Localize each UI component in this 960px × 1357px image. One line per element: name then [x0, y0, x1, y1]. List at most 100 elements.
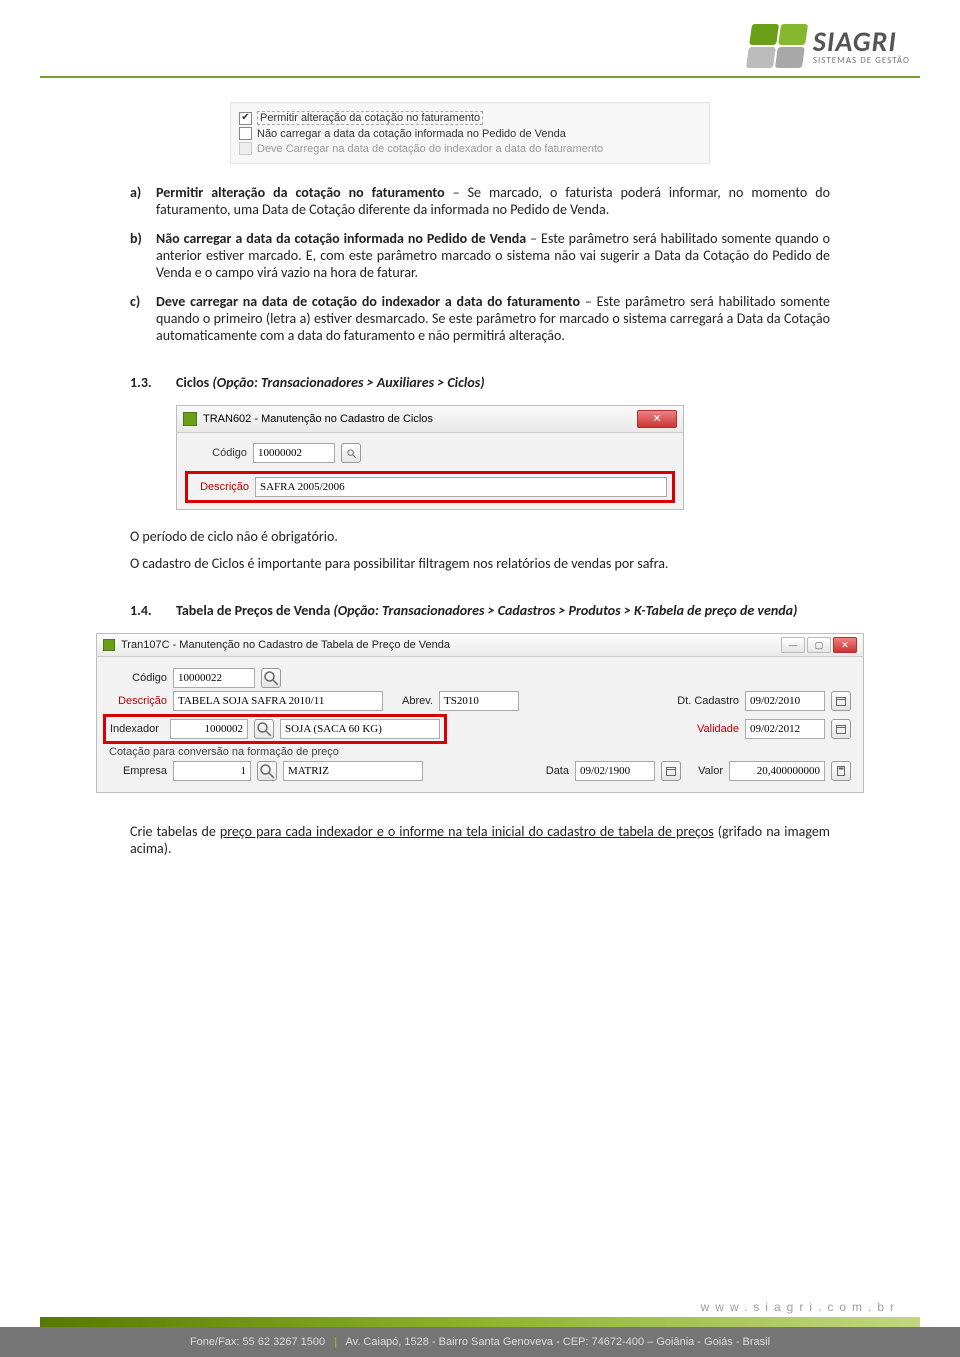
- abrev-label: Abrev.: [389, 695, 433, 707]
- list-item-c: c) Deve carregar na data de cotação do i…: [130, 293, 830, 344]
- section-title: Ciclos: [176, 374, 212, 391]
- item-marker: a): [130, 184, 156, 218]
- header-divider: [40, 76, 920, 78]
- window-title: Tran107C - Manutenção no Cadastro de Tab…: [121, 639, 450, 651]
- empresa-cod-input[interactable]: [173, 761, 251, 781]
- codigo-label: Código: [191, 447, 247, 459]
- window-icon: [103, 639, 115, 651]
- footer-phone: Fone/Fax: 55 62 3267 1500: [190, 1336, 325, 1348]
- params-checkbox-panel: Permitir alteração da cotação no faturam…: [230, 102, 710, 164]
- indexador-desc-input[interactable]: [280, 719, 440, 739]
- calendar-icon: [665, 765, 677, 777]
- item-bold: Permitir alteração da cotação no faturam…: [156, 184, 445, 201]
- item-bold: Deve carregar na data de cotação do inde…: [156, 293, 580, 310]
- close-button[interactable]: ✕: [833, 637, 857, 653]
- lookup-button[interactable]: [254, 719, 274, 739]
- text: Crie tabelas de: [130, 823, 220, 840]
- lookup-button[interactable]: [341, 443, 361, 463]
- section-heading-1-4: 1.4. Tabela de Preços de Venda (Opção: T…: [130, 602, 830, 619]
- brand-logo: SIAGRI SISTEMAS DE GESTÃO: [749, 24, 910, 68]
- paragraph: Crie tabelas de preço para cada indexado…: [130, 823, 830, 857]
- section-number: 1.3.: [130, 374, 176, 391]
- window-icon: [183, 412, 197, 426]
- footer-address: Av. Caiapó, 1528 - Bairro Santa Genoveva…: [346, 1336, 771, 1348]
- checkbox-icon: [239, 142, 252, 155]
- group-caption: Cotação para conversão na formação de pr…: [109, 746, 851, 758]
- indexador-highlight: Indexador: [103, 714, 447, 744]
- checkbox-label: Não carregar a data da cotação informada…: [257, 128, 566, 140]
- descricao-input[interactable]: [173, 691, 383, 711]
- validade-label: Validade: [667, 723, 739, 735]
- valor-input[interactable]: [729, 761, 825, 781]
- section-number: 1.4.: [130, 602, 176, 619]
- calendar-button[interactable]: [831, 691, 851, 711]
- search-icon: [258, 762, 276, 780]
- item-marker: c): [130, 293, 156, 344]
- item-marker: b): [130, 230, 156, 281]
- calculator-icon: [835, 765, 847, 777]
- calendar-button[interactable]: [831, 719, 851, 739]
- window-titlebar: Tran107C - Manutenção no Cadastro de Tab…: [97, 634, 863, 657]
- validade-input[interactable]: [745, 719, 825, 739]
- section-heading-1-3: 1.3. Ciclos (Opção: Transacionadores > A…: [130, 374, 830, 391]
- data-input[interactable]: [575, 761, 655, 781]
- checkbox-label: Deve Carregar na data de cotação do inde…: [257, 143, 603, 155]
- codigo-input[interactable]: [173, 668, 255, 688]
- brand-name: SIAGRI: [813, 28, 910, 56]
- section-subtitle: (Opção: Transacionadores > Auxiliares > …: [212, 374, 484, 391]
- search-icon: [346, 448, 357, 459]
- abrev-input[interactable]: [439, 691, 519, 711]
- paragraph: O cadastro de Ciclos é importante para p…: [130, 555, 830, 572]
- section-subtitle: (Opção: Transacionadores > Cadastros > P…: [333, 602, 797, 619]
- data-label: Data: [535, 765, 569, 777]
- indexador-label: Indexador: [110, 723, 164, 735]
- codigo-input[interactable]: [253, 443, 335, 463]
- maximize-button[interactable]: ▢: [807, 637, 831, 653]
- calendar-icon: [835, 723, 847, 735]
- descricao-label: Descrição: [109, 695, 167, 707]
- search-icon: [255, 720, 273, 738]
- item-bold: Não carregar a data da cotação informada…: [156, 230, 526, 247]
- empresa-label: Empresa: [109, 765, 167, 777]
- codigo-label: Código: [109, 672, 167, 684]
- footer-info-bar: Fone/Fax: 55 62 3267 1500 | Av. Caiapó, …: [0, 1327, 960, 1357]
- descricao-input[interactable]: [255, 477, 667, 497]
- calculator-button[interactable]: [831, 761, 851, 781]
- dtcadastro-input[interactable]: [745, 691, 825, 711]
- indexador-cod-input[interactable]: [170, 719, 248, 739]
- section-title: Tabela de Preços de Venda: [176, 602, 333, 619]
- lookup-button[interactable]: [261, 668, 281, 688]
- window-titlebar: TRAN602 - Manutenção no Cadastro de Cicl…: [177, 406, 683, 433]
- checkbox-row-1: Permitir alteração da cotação no faturam…: [239, 111, 701, 125]
- valor-label: Valor: [687, 765, 723, 777]
- descricao-highlight: Descrição: [185, 471, 675, 503]
- checkbox-icon[interactable]: [239, 112, 252, 125]
- window-tran602: TRAN602 - Manutenção no Cadastro de Cicl…: [176, 405, 684, 510]
- paragraph: O período de ciclo não é obrigatório.: [130, 528, 830, 545]
- checkbox-label: Permitir alteração da cotação no faturam…: [257, 111, 483, 125]
- window-tran107c: Tran107C - Manutenção no Cadastro de Tab…: [96, 633, 864, 793]
- close-button[interactable]: ✕: [637, 410, 677, 428]
- page-footer: www.siagri.com.br Fone/Fax: 55 62 3267 1…: [0, 1301, 960, 1357]
- calendar-icon: [835, 695, 847, 707]
- footer-accent-bar: [40, 1317, 920, 1327]
- lookup-button[interactable]: [257, 761, 277, 781]
- text-underlined: preço para cada indexador e o informe na…: [220, 823, 714, 840]
- empresa-desc-input[interactable]: [283, 761, 423, 781]
- calendar-button[interactable]: [661, 761, 681, 781]
- search-icon: [262, 669, 280, 687]
- checkbox-icon[interactable]: [239, 127, 252, 140]
- brand-icon: [746, 24, 808, 68]
- window-title: TRAN602 - Manutenção no Cadastro de Cicl…: [203, 413, 433, 425]
- list-item-b: b) Não carregar a data da cotação inform…: [130, 230, 830, 281]
- minimize-button[interactable]: —: [781, 637, 805, 653]
- list-item-a: a) Permitir alteração da cotação no fatu…: [130, 184, 830, 218]
- dtcadastro-label: Dt. Cadastro: [667, 695, 739, 707]
- document-content: Permitir alteração da cotação no faturam…: [0, 102, 960, 857]
- brand-tagline: SISTEMAS DE GESTÃO: [813, 56, 910, 65]
- footer-url: www.siagri.com.br: [0, 1301, 960, 1317]
- checkbox-row-3: Deve Carregar na data de cotação do inde…: [239, 142, 701, 155]
- descricao-label: Descrição: [193, 481, 249, 493]
- page-header: SIAGRI SISTEMAS DE GESTÃO: [0, 0, 960, 76]
- checkbox-row-2: Não carregar a data da cotação informada…: [239, 127, 701, 140]
